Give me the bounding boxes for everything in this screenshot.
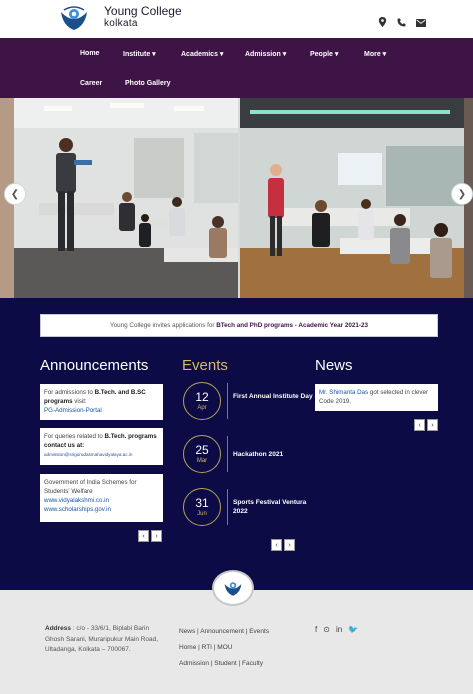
nav-institute[interactable]: Institute ▾ bbox=[123, 50, 156, 58]
news-prev-button[interactable]: ‹ bbox=[414, 419, 425, 431]
nav-career[interactable]: Career bbox=[80, 80, 102, 87]
event-date-badge: 12 Apr bbox=[183, 382, 221, 420]
updates-section: Young College invites applications for B… bbox=[0, 298, 473, 590]
events-pager: ‹ › bbox=[271, 539, 295, 551]
event-item[interactable]: 25 Mar Hackathon 2021 bbox=[183, 435, 303, 473]
announcements-pager: ‹ › bbox=[138, 530, 162, 542]
announcement-text: For admissions to bbox=[44, 389, 95, 396]
announcement-card: Government of India Schemes for Students… bbox=[40, 474, 163, 522]
event-divider bbox=[227, 489, 228, 525]
event-title: Sports Festival Ventura 2022 bbox=[233, 499, 307, 515]
event-item[interactable]: 12 Apr First Annual Institute Day bbox=[183, 382, 313, 420]
admission-email-link[interactable]: admission@srigurudasmahavidyalaya.ac.in bbox=[44, 450, 159, 459]
nav-photo-gallery[interactable]: Photo Gallery bbox=[125, 80, 171, 87]
event-divider bbox=[227, 383, 228, 419]
carousel-next-button[interactable]: ❯ bbox=[451, 183, 473, 205]
address-label: Address bbox=[45, 625, 72, 632]
pg-admission-portal-link[interactable]: PG-Admission-Portal bbox=[44, 406, 159, 415]
phone-icon[interactable] bbox=[397, 14, 406, 27]
logo-emblem-icon bbox=[61, 6, 87, 30]
header-contact-icons bbox=[378, 14, 426, 27]
announcements-heading: Announcements bbox=[40, 357, 149, 374]
footer-links-row[interactable]: Admission | Student | Faculty bbox=[179, 656, 269, 672]
announcement-text: Government of India Schemes for Students… bbox=[44, 479, 137, 495]
main-navigation: Home Institute ▾ Academics ▾ Admission ▾… bbox=[0, 38, 473, 98]
event-day: 31 bbox=[195, 496, 209, 510]
carousel-slide-classroom-discussion bbox=[240, 98, 464, 298]
footer-address: Address : c/o - 33/6/1, Biplabi Barin Gh… bbox=[45, 624, 160, 656]
top-header: Young College kolkata bbox=[0, 0, 473, 38]
facebook-icon[interactable]: f bbox=[315, 625, 317, 634]
event-month: Apr bbox=[197, 405, 207, 411]
event-month: Mar bbox=[196, 458, 208, 464]
news-heading: News bbox=[315, 357, 353, 374]
brand-subtitle: kolkata bbox=[104, 18, 138, 29]
scholarships-link[interactable]: www.scholarships.gov.in bbox=[44, 505, 159, 514]
github-icon[interactable]: ⊙ bbox=[323, 625, 330, 634]
event-date-badge: 25 Mar bbox=[183, 435, 221, 473]
college-logo[interactable] bbox=[58, 4, 90, 32]
map-pin-icon[interactable] bbox=[378, 14, 387, 27]
carousel-prev-button[interactable]: ❮ bbox=[4, 183, 26, 205]
announcement-bold: B.Tech. programs bbox=[104, 433, 157, 440]
event-divider bbox=[227, 436, 228, 472]
linkedin-icon[interactable]: in bbox=[336, 625, 342, 634]
events-next-button[interactable]: › bbox=[284, 539, 295, 551]
brand-name[interactable]: Young College bbox=[104, 5, 182, 17]
events-heading: Events bbox=[182, 357, 228, 374]
event-title: Hackathon 2021 bbox=[233, 451, 284, 458]
carousel-slide-classroom-lecture bbox=[14, 98, 238, 298]
event-date-badge: 31 Jun bbox=[183, 488, 221, 526]
nav-home[interactable]: Home bbox=[80, 50, 99, 57]
envelope-icon[interactable] bbox=[416, 14, 426, 27]
event-day: 25 bbox=[195, 443, 209, 457]
announcement-text: visit: bbox=[72, 398, 87, 405]
footer-links: News | Announcement | Events Home | RTI … bbox=[179, 624, 269, 672]
announcement-card: For admissions to B.Tech. and B.SC progr… bbox=[40, 384, 163, 420]
footer-logo[interactable] bbox=[212, 570, 254, 606]
announcement-bold: contact us at: bbox=[44, 442, 85, 449]
vidyalakshmi-link[interactable]: www.vidyalakshmi.co.in bbox=[44, 496, 159, 505]
nav-more[interactable]: More ▾ bbox=[364, 50, 386, 58]
footer-links-row[interactable]: News | Announcement | Events bbox=[179, 624, 269, 640]
event-month: Jun bbox=[197, 511, 207, 517]
notice-text: Young College invites applications for bbox=[110, 322, 217, 329]
nav-admission[interactable]: Admission ▾ bbox=[245, 50, 286, 58]
news-card[interactable]: Mr. Shimanta Das got selected in clever … bbox=[315, 384, 438, 411]
event-item[interactable]: 31 Jun Sports Festival Ventura 2022 bbox=[183, 488, 306, 526]
nav-academics[interactable]: Academics ▾ bbox=[181, 50, 223, 58]
site-footer: Address : c/o - 33/6/1, Biplabi Barin Gh… bbox=[0, 570, 473, 694]
news-next-button[interactable]: › bbox=[427, 419, 438, 431]
event-title: First Annual Institute Day bbox=[233, 393, 313, 400]
logo-emblem-icon bbox=[224, 582, 242, 596]
announcement-text: For queries related to bbox=[44, 433, 105, 440]
admission-notice-bar[interactable]: Young College invites applications for B… bbox=[40, 314, 438, 337]
footer-links-row[interactable]: Home | RTI | MOU bbox=[179, 640, 269, 656]
announcement-card: For queries related to B.Tech. programs … bbox=[40, 428, 163, 465]
news-pager: ‹ › bbox=[414, 419, 438, 431]
social-links: f ⊙ in 🐦 bbox=[315, 625, 358, 634]
twitter-icon[interactable]: 🐦 bbox=[348, 625, 358, 634]
news-highlight[interactable]: Mr. Shimanta Das bbox=[319, 389, 368, 396]
hero-carousel: ❮ ❯ bbox=[0, 98, 473, 298]
notice-highlight: BTech and PhD programs - Academic Year 2… bbox=[216, 322, 368, 329]
events-prev-button[interactable]: ‹ bbox=[271, 539, 282, 551]
announcements-prev-button[interactable]: ‹ bbox=[138, 530, 149, 542]
nav-people[interactable]: People ▾ bbox=[310, 50, 338, 58]
event-day: 12 bbox=[195, 390, 209, 404]
announcements-next-button[interactable]: › bbox=[151, 530, 162, 542]
